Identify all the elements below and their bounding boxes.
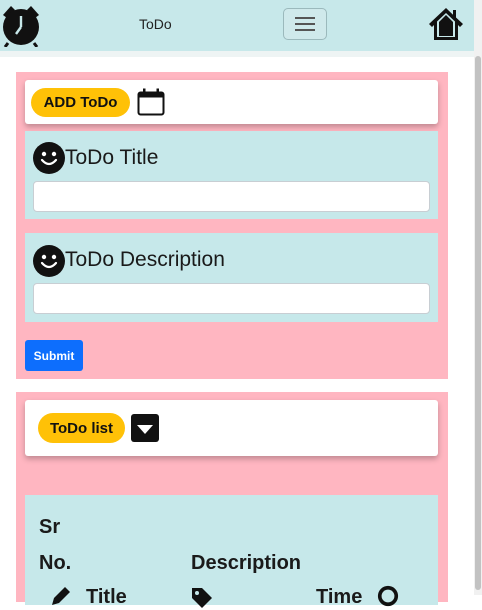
smiley-icon xyxy=(33,142,65,174)
column-header-title: Title xyxy=(86,586,127,608)
todo-list-button[interactable]: ToDo list xyxy=(38,413,125,443)
smiley-icon xyxy=(33,245,65,277)
caret-down-icon xyxy=(137,425,153,434)
navbar-divider xyxy=(0,51,474,57)
menu-toggle-button[interactable] xyxy=(283,8,327,40)
hamburger-menu-icon xyxy=(295,17,315,19)
tag-icon xyxy=(192,588,212,608)
description-input[interactable] xyxy=(33,283,430,314)
clock-icon xyxy=(377,585,399,607)
scrollbar-thumb[interactable] xyxy=(475,56,481,590)
list-toggle-button[interactable] xyxy=(131,414,159,442)
column-header-sr: Sr xyxy=(39,516,61,538)
pencil-icon xyxy=(52,587,70,605)
nav-brand[interactable]: ToDo xyxy=(139,16,172,32)
add-todo-button[interactable]: ADD ToDo xyxy=(31,88,130,117)
title-label: ToDo Title xyxy=(65,146,159,169)
title-input[interactable] xyxy=(33,181,430,212)
calendar-icon[interactable] xyxy=(136,87,166,117)
home-icon[interactable] xyxy=(428,6,464,42)
description-label: ToDo Description xyxy=(65,248,225,271)
page-scrollbar[interactable] xyxy=(474,0,482,595)
navbar: ToDo xyxy=(0,0,474,51)
column-header-sr-no: No. xyxy=(39,552,72,574)
submit-button[interactable]: Submit xyxy=(25,340,83,371)
alarm-clock-icon[interactable] xyxy=(0,3,42,47)
column-header-time: Time xyxy=(316,586,363,608)
column-header-description: Description xyxy=(191,552,302,574)
